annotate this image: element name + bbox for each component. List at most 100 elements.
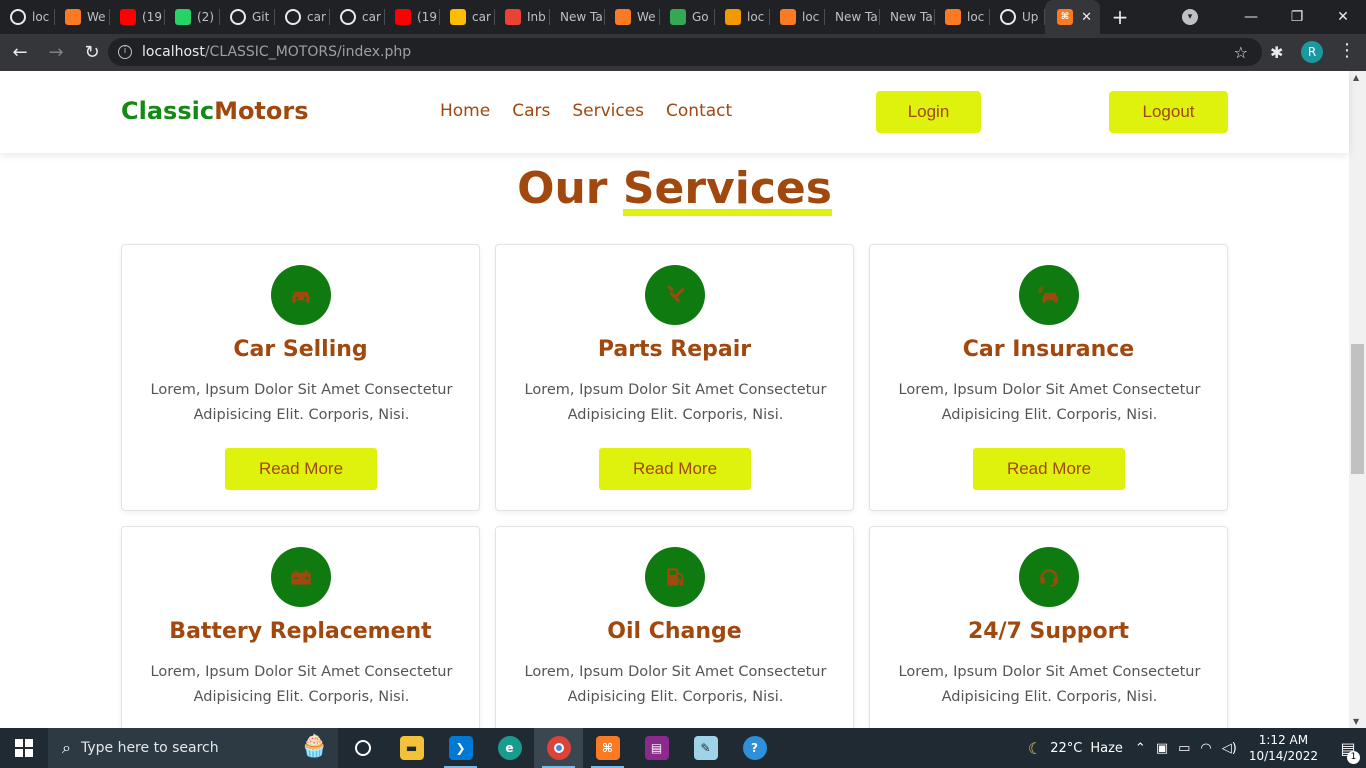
clock[interactable]: 1:12 AM 10/14/2022 [1249, 732, 1318, 764]
read-more-button[interactable]: Read More [973, 448, 1125, 490]
meet-now-icon[interactable]: ▣ [1156, 741, 1168, 756]
weather-desc: Haze [1090, 740, 1123, 756]
reload-button[interactable]: ↻ [76, 42, 108, 63]
browser-tab-label: New Ta [560, 10, 603, 24]
clock-date: 10/14/2022 [1248, 749, 1318, 763]
browser-tab-label: car [362, 10, 381, 24]
browser-tab[interactable]: (19 [385, 0, 440, 34]
chrome-icon[interactable] [534, 728, 583, 768]
notification-center-icon[interactable]: ▤ 1 [1330, 739, 1366, 764]
maps-icon [670, 9, 686, 25]
tools-icon [645, 265, 705, 325]
windows-logo-icon [15, 739, 33, 757]
restore-button[interactable]: ❐ [1274, 9, 1320, 25]
browser-tab[interactable]: We [605, 0, 660, 34]
tab-search-icon[interactable]: ▾ [1182, 9, 1198, 25]
windows-taskbar: ⌕ Type here to search 🧁 ▬ ❯ e ⌘ ▤ ✎ ? ☾ … [0, 728, 1366, 768]
browser-tab[interactable]: Up [990, 0, 1045, 34]
scroll-down-icon[interactable]: ▼ [1353, 717, 1359, 726]
taskbar-search-placeholder: Type here to search [80, 740, 219, 756]
login-button[interactable]: Login [876, 91, 981, 133]
weather-widget[interactable]: ☾ 22°C Haze [1028, 739, 1123, 758]
browser-tab-label: loc [802, 10, 820, 24]
browser-tab[interactable]: car [330, 0, 385, 34]
browser-tab[interactable]: car [275, 0, 330, 34]
service-card: Oil Change Lorem, Ipsum Dolor Sit Amet Co… [495, 526, 854, 728]
github-icon [340, 9, 356, 25]
browser-tab-label: We [87, 10, 106, 24]
close-window-button[interactable]: ✕ [1320, 9, 1366, 25]
extensions-icon[interactable]: ✱ [1270, 43, 1283, 62]
browser-tab[interactable]: We [55, 0, 110, 34]
logout-button[interactable]: Logout [1109, 91, 1228, 133]
profile-avatar[interactable]: R [1301, 41, 1323, 63]
browser-menu-icon[interactable]: ⋮ [1338, 40, 1356, 61]
browser-tab[interactable]: (2) [165, 0, 220, 34]
wifi-icon[interactable]: ◠ [1200, 741, 1211, 756]
file-explorer-icon[interactable]: ▬ [387, 728, 436, 768]
volume-icon[interactable]: ◁) [1222, 741, 1237, 756]
close-tab-icon[interactable]: ✕ [1081, 10, 1092, 25]
tray-icons: ⌃ ▣ ▭ ◠ ◁) [1135, 741, 1237, 756]
forward-button[interactable]: → [40, 42, 72, 63]
chevron-up-icon[interactable]: ⌃ [1135, 741, 1146, 756]
main-nav: Home Cars Services Contact [440, 101, 732, 121]
site-logo[interactable]: ClassicMotors [121, 97, 309, 125]
task-view-icon[interactable] [338, 728, 387, 768]
browser-tab[interactable]: New Ta [550, 0, 605, 34]
xampp-icon[interactable]: ⌘ [583, 728, 632, 768]
browser-tab[interactable]: Git [220, 0, 275, 34]
browser-tab-label: Inb [527, 10, 546, 24]
service-description: Lorem, Ipsum Dolor Sit Amet Consectetur … [898, 382, 1201, 423]
browser-tab[interactable]: Go [660, 0, 715, 34]
whatsapp-icon [175, 9, 191, 25]
browser-tab[interactable]: New Ta [825, 0, 880, 34]
taskbar-search[interactable]: ⌕ Type here to search 🧁 [48, 728, 338, 768]
read-more-button[interactable]: Read More [225, 448, 377, 490]
browser-tab-label: loc [967, 10, 985, 24]
notepad-icon[interactable]: ✎ [681, 728, 730, 768]
browser-tab[interactable]: car [440, 0, 495, 34]
new-tab-button[interactable]: + [1100, 5, 1140, 29]
browser-tab[interactable]: New Ta [880, 0, 935, 34]
start-button[interactable] [0, 728, 48, 768]
help-icon[interactable]: ? [730, 728, 779, 768]
vscode-icon[interactable]: ❯ [436, 728, 485, 768]
nav-cars[interactable]: Cars [512, 101, 550, 121]
scroll-up-icon[interactable]: ▲ [1353, 73, 1359, 82]
nav-contact[interactable]: Contact [666, 101, 732, 121]
edge-icon[interactable]: e [485, 728, 534, 768]
page-scrollbar[interactable]: ▲ ▼ [1349, 71, 1366, 728]
address-bar[interactable]: i localhost/CLASSIC_MOTORS/index.php ☆ [108, 38, 1262, 66]
gmail-icon [505, 9, 521, 25]
browser-tab[interactable]: loc [935, 0, 990, 34]
google-icon [10, 9, 26, 25]
browser-tab[interactable]: loc [770, 0, 825, 34]
scroll-thumb[interactable] [1351, 344, 1364, 474]
browser-tab[interactable]: loc [715, 0, 770, 34]
battery-icon[interactable]: ▭ [1178, 741, 1190, 756]
tab-active[interactable]: ⌘ ✕ [1045, 0, 1100, 34]
nav-services[interactable]: Services [572, 101, 644, 121]
read-more-button[interactable]: Read More [599, 448, 751, 490]
car-battery-icon [271, 547, 331, 607]
service-title: Oil Change [607, 619, 742, 644]
service-title: Battery Replacement [169, 619, 432, 644]
xampp-icon [615, 9, 631, 25]
service-description: Lorem, Ipsum Dolor Sit Amet Consectetur … [524, 382, 827, 423]
nav-home[interactable]: Home [440, 101, 490, 121]
minimize-button[interactable]: — [1228, 9, 1274, 25]
search-icon: ⌕ [62, 738, 71, 757]
back-button[interactable]: ← [4, 42, 36, 63]
site-info-icon[interactable]: i [118, 45, 132, 59]
weather-temp: 22°C [1050, 740, 1083, 756]
browser-toolbar: ← → ↻ i localhost/CLASSIC_MOTORS/index.p… [0, 34, 1366, 71]
service-description: Lorem, Ipsum Dolor Sit Amet Consectetur … [150, 382, 453, 423]
browser-tab[interactable]: loc [0, 0, 55, 34]
service-description: Lorem, Ipsum Dolor Sit Amet Consectetur … [898, 664, 1201, 705]
browser-tab[interactable]: Inb [495, 0, 550, 34]
winrar-icon[interactable]: ▤ [632, 728, 681, 768]
bookmark-star-icon[interactable]: ☆ [1234, 43, 1248, 62]
site-header: ClassicMotors Home Cars Services Contact… [0, 71, 1349, 153]
browser-tab[interactable]: (19 [110, 0, 165, 34]
